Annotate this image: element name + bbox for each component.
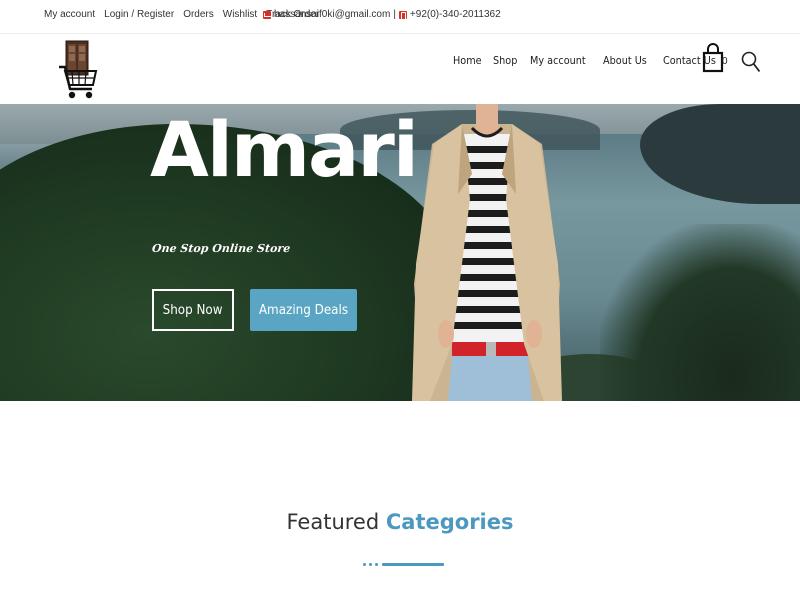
- divider-dot: [375, 563, 378, 566]
- search-button[interactable]: [741, 51, 761, 73]
- shopping-bag-icon: [702, 43, 724, 73]
- featured-heading-part2: Categories: [385, 510, 514, 534]
- hero-banner: Almari One Stop Online Store Shop Now Am…: [0, 104, 800, 401]
- nav-home[interactable]: Home: [453, 54, 482, 67]
- shop-now-label: Shop Now: [163, 302, 223, 318]
- main-nav: Home Shop My account About Us Contact Us: [453, 54, 723, 67]
- shop-now-button[interactable]: Shop Now: [152, 289, 234, 331]
- mail-icon: [263, 10, 272, 19]
- nav-shop[interactable]: Shop: [493, 54, 517, 67]
- hero-title: Almari: [150, 105, 419, 194]
- contact-separator: |: [393, 9, 396, 20]
- amazing-deals-label: Amazing Deals: [258, 302, 349, 318]
- divider-dot: [363, 563, 366, 566]
- link-login-register[interactable]: Login / Register: [104, 9, 174, 20]
- link-wishlist[interactable]: Wishlist: [223, 9, 257, 20]
- contact-info: hassansaif0ki@gmail.com | +92(0)-340-201…: [263, 9, 501, 20]
- phone-icon: [398, 10, 407, 20]
- nav-my-account[interactable]: My account: [530, 54, 586, 67]
- cart-count: 0: [722, 56, 728, 67]
- hero-model-image: [412, 104, 562, 401]
- divider-dot: [369, 563, 372, 566]
- contact-email[interactable]: hassansaif0ki@gmail.com: [274, 9, 390, 20]
- featured-categories-heading: Featured Categories: [0, 510, 800, 534]
- cart-button[interactable]: 0: [702, 43, 732, 75]
- site-header: Home Shop My account About Us Contact Us…: [0, 35, 800, 104]
- nav-about-us[interactable]: About Us: [603, 54, 647, 67]
- hero-subtitle: One Stop Online Store: [151, 242, 291, 255]
- link-orders[interactable]: Orders: [183, 9, 214, 20]
- section-divider: [363, 563, 444, 566]
- featured-heading-part1: Featured: [286, 510, 380, 534]
- search-icon: [741, 51, 761, 73]
- divider-line: [382, 563, 444, 566]
- amazing-deals-button[interactable]: Amazing Deals: [250, 289, 357, 331]
- link-my-account[interactable]: My account: [44, 9, 95, 20]
- top-utility-bar: My account Login / Register Orders Wishl…: [0, 0, 800, 34]
- logo-cart-icon[interactable]: [58, 39, 100, 101]
- hero-background-trees: [600, 224, 800, 401]
- contact-phone[interactable]: +92(0)-340-2011362: [410, 9, 501, 20]
